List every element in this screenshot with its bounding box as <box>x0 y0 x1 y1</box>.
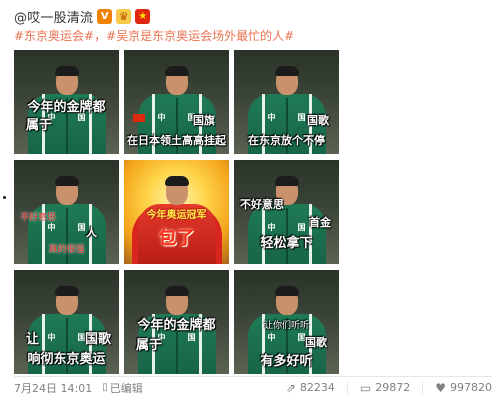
like-count: 997820 <box>450 381 492 394</box>
caption-line: 有多好听 <box>260 354 313 369</box>
caption-line: 今年的金牌都 <box>137 318 216 333</box>
edited-label: 已编辑 <box>109 381 143 395</box>
repost-count: 82234 <box>299 381 335 394</box>
verified-v-icon[interactable]: V <box>97 8 113 24</box>
grid-image-8[interactable]: 中 国 今年的金牌都 属于 <box>124 270 229 374</box>
grid-image-6[interactable]: 中 国 不好意思 首金 轻松拿下 <box>234 160 339 264</box>
grid-image-7[interactable]: 中 国 让 国歌 响彻东京奥运 <box>14 270 119 374</box>
repost-button[interactable]: ⇗ 82234 <box>286 381 335 395</box>
caption-line: 让你们听听 <box>263 321 309 331</box>
caption-line: 首金 <box>309 216 331 229</box>
caption-line: 响彻东京奥运 <box>27 352 106 367</box>
caption-line: 国歌 <box>84 332 111 347</box>
caption-line: 在日本领土高高挂起 <box>127 134 226 147</box>
caption-line: 属于 <box>26 118 53 133</box>
post-footer: 7月24日 14:01 ▯ 已编辑 ⇗ 82234 ▭ 29872 ♥ 9978… <box>14 376 492 398</box>
china-flag-icon: ★ <box>135 8 151 24</box>
grid-image-5[interactable]: 今年奥运冠军 包了 <box>124 160 229 264</box>
edited-indicator[interactable]: ▯ 已编辑 <box>102 380 143 396</box>
caption-line: 国歌 <box>305 336 327 349</box>
caption-line: 包了 <box>158 228 195 249</box>
post-hashtags[interactable]: #东京奥运会#，#吴京是东京奥运会场外最忙的人# <box>14 27 294 44</box>
caption-line: 人 <box>86 226 97 239</box>
thumbs-up-icon: ♥ <box>435 380 446 395</box>
comment-icon: ▭ <box>359 380 372 395</box>
caption-line: 今年奥运冠军 <box>146 210 207 221</box>
caption-line: 属于 <box>136 338 163 353</box>
crown-icon[interactable]: ♛ <box>116 8 132 24</box>
comment-count: 29872 <box>375 381 411 394</box>
grid-image-9[interactable]: 中 国 让你们听听 国歌 有多好听 <box>234 270 339 374</box>
caption-line: 今年的金牌都 <box>27 100 106 115</box>
grid-image-3[interactable]: 中 国 国歌 在东京放个不停 <box>234 50 339 154</box>
caption-line: 国旗 <box>193 114 215 127</box>
image-grid: 中 国 今年的金牌都 属于 中 国 国旗 在日本领土高高挂起 中 国 国歌 在东… <box>14 50 340 374</box>
post-timestamp[interactable]: 7月24日 14:01 <box>14 380 92 396</box>
caption-line: 真的很强 <box>48 245 85 255</box>
grid-image-1[interactable]: 中 国 今年的金牌都 属于 <box>14 50 119 154</box>
action-bar: ⇗ 82234 ▭ 29872 ♥ 997820 <box>286 380 492 395</box>
username[interactable]: @哎一股清流 <box>14 7 93 26</box>
page-marker-dot <box>3 196 6 199</box>
caption-line: 轻松拿下 <box>260 236 313 251</box>
caption-line: 在东京放个不停 <box>248 134 325 147</box>
post-header: @哎一股清流 V ♛ ★ <box>14 6 151 26</box>
caption-line: 不好意思 <box>20 213 57 223</box>
repost-icon: ⇗ <box>285 380 296 395</box>
like-button[interactable]: ♥ 997820 <box>422 380 492 395</box>
grid-image-4[interactable]: 中 国 不好意思 人 真的很强 <box>14 160 119 264</box>
edit-icon: ▯ <box>102 382 108 393</box>
caption-line: 国歌 <box>307 114 329 127</box>
grid-image-2[interactable]: 中 国 国旗 在日本领土高高挂起 <box>124 50 229 154</box>
comment-button[interactable]: ▭ 29872 <box>346 380 411 395</box>
caption-line: 不好意思 <box>240 198 284 211</box>
